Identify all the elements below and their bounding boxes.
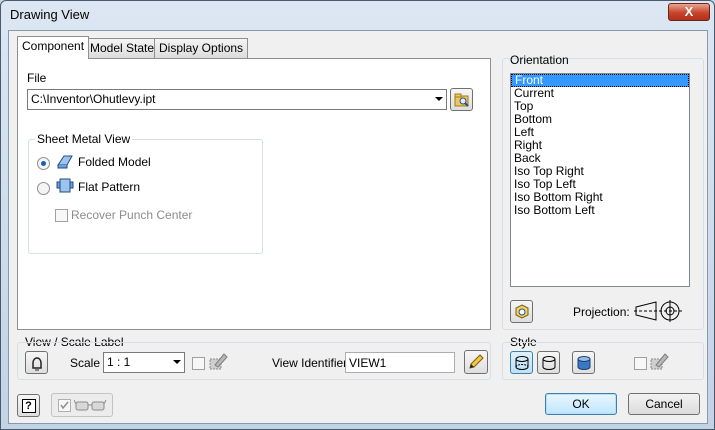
flat-pattern-icon: [56, 178, 74, 193]
edit-disabled-toolbar: [51, 393, 113, 417]
dialog-body: Component Model State Display Options Fi…: [8, 30, 708, 424]
window-title: Drawing View: [10, 7, 90, 22]
checkmark-icon: [60, 401, 69, 410]
sheet-metal-view-group: Sheet Metal View Folded Model Flat Patte…: [28, 132, 263, 254]
cancel-button[interactable]: Cancel: [628, 393, 700, 415]
ok-button[interactable]: OK: [545, 393, 617, 415]
help-button[interactable]: ?: [17, 394, 40, 417]
tab-display-options[interactable]: Display Options: [154, 38, 249, 58]
bulb-icon: [31, 356, 42, 370]
orientation-legend: Orientation: [510, 53, 569, 67]
close-button[interactable]: X: [668, 3, 710, 21]
tab-component[interactable]: Component: [17, 36, 90, 59]
chevron-down-icon[interactable]: [173, 360, 181, 364]
pencil-icon: [469, 354, 484, 369]
scale-label-visibility-checkbox[interactable]: [192, 357, 205, 370]
browse-folder-icon: [454, 93, 469, 107]
chevron-down-icon[interactable]: [435, 97, 443, 101]
view-identifier-label: View Identifier: [272, 356, 348, 370]
drawing-view-dialog: Drawing View X Component Model State Dis…: [0, 0, 715, 430]
help-icon: ?: [21, 398, 36, 413]
style-from-base-checkbox[interactable]: [634, 357, 647, 370]
scale-value: 1 : 1: [107, 355, 131, 369]
style-hidden-line-button[interactable]: [510, 351, 533, 374]
recover-punch-center-checkbox[interactable]: [55, 209, 68, 222]
glasses-icon: [74, 399, 107, 411]
view-identifier-input[interactable]: VIEW1: [345, 352, 455, 373]
orientation-item-current[interactable]: Current: [511, 87, 689, 100]
flat-pattern-radio[interactable]: [37, 182, 50, 195]
scale-label: Scale: [70, 356, 101, 370]
file-combo[interactable]: C:\Inventor\Ohutlevy.ipt: [27, 89, 447, 110]
edit-view-label-button[interactable]: [464, 350, 488, 374]
style-hidden-line-removed-button[interactable]: [537, 351, 560, 374]
orientation-item-iso-bottom-left[interactable]: Iso Bottom Left: [511, 204, 689, 217]
folded-model-icon: [57, 155, 73, 169]
projection-label: Projection:: [573, 305, 630, 319]
style-from-base-icon: [650, 353, 669, 370]
scale-combo[interactable]: 1 : 1: [103, 352, 185, 373]
edit-view-label-icon[interactable]: [208, 351, 228, 371]
cylinder-wireframe-icon: [542, 355, 555, 370]
file-path: C:\Inventor\Ohutlevy.ipt: [31, 92, 156, 106]
tab-model-state[interactable]: Model State: [85, 38, 160, 58]
custom-view-button[interactable]: [510, 300, 533, 323]
cylinder-hidden-line-icon: [515, 355, 528, 370]
recover-punch-center-label: Recover Punch Center: [71, 208, 193, 222]
custom-view-icon: [515, 303, 528, 319]
label-visibility-button[interactable]: [25, 351, 48, 374]
orientation-list[interactable]: Front Current Top Bottom Left Right Back…: [510, 73, 690, 287]
component-panel: File C:\Inventor\Ohutlevy.ipt Sheet Meta…: [17, 58, 491, 330]
flat-pattern-label[interactable]: Flat Pattern: [78, 180, 140, 194]
cylinder-shaded-icon: [577, 355, 590, 370]
browse-button[interactable]: [450, 88, 473, 111]
folded-model-label[interactable]: Folded Model: [78, 155, 151, 169]
sheet-metal-view-legend: Sheet Metal View: [35, 132, 133, 146]
projection-type-icon[interactable]: [634, 299, 684, 323]
edit-disabled-checkbox[interactable]: [58, 399, 71, 412]
file-label: File: [27, 71, 47, 85]
orientation-item-bottom[interactable]: Bottom: [511, 113, 689, 126]
style-shaded-button[interactable]: [572, 351, 595, 374]
folded-model-radio[interactable]: [37, 157, 50, 170]
title-bar: Drawing View X: [1, 1, 714, 29]
